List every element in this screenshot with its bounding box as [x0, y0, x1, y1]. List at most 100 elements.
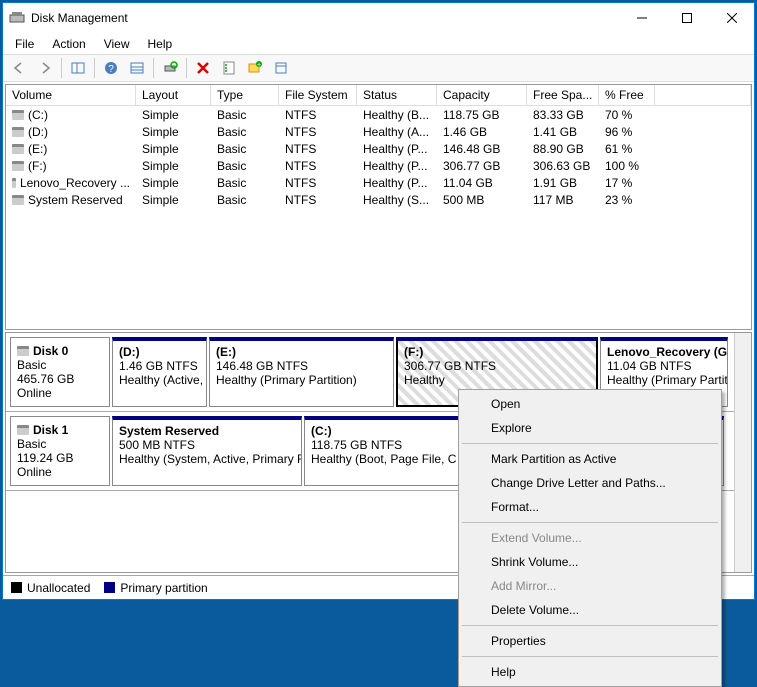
table-row[interactable]: Lenovo_Recovery ...SimpleBasicNTFSHealth… — [6, 174, 751, 191]
legend-unallocated: Unallocated — [11, 581, 90, 595]
show-hide-console-button[interactable] — [66, 56, 90, 80]
disk-label[interactable]: Disk 1Basic119.24 GBOnline — [10, 416, 110, 486]
back-button[interactable] — [7, 56, 31, 80]
volume-icon — [12, 110, 24, 120]
context-menu-separator — [462, 625, 718, 626]
menu-help[interactable]: Help — [140, 35, 181, 53]
table-cell: Basic — [211, 142, 279, 156]
table-cell: NTFS — [279, 159, 357, 173]
partition[interactable]: System Reserved500 MB NTFSHealthy (Syste… — [112, 416, 302, 486]
context-menu-item[interactable]: Format... — [461, 495, 719, 519]
table-cell: (D:) — [6, 125, 136, 139]
minimize-button[interactable] — [619, 3, 664, 33]
table-cell: Healthy (S... — [357, 193, 437, 207]
toolbar-separator — [186, 58, 187, 78]
table-cell: 500 MB — [437, 193, 527, 207]
table-cell: 23 % — [599, 193, 655, 207]
window-title: Disk Management — [31, 11, 619, 25]
table-cell: 17 % — [599, 176, 655, 190]
context-menu-item[interactable]: Change Drive Letter and Paths... — [461, 471, 719, 495]
context-menu-item[interactable]: Help — [461, 660, 719, 684]
volume-table[interactable]: VolumeLayoutTypeFile SystemStatusCapacit… — [5, 84, 752, 330]
table-cell: 61 % — [599, 142, 655, 156]
table-cell: (E:) — [6, 142, 136, 156]
primary-swatch — [104, 582, 115, 593]
properties-button[interactable] — [217, 56, 241, 80]
menubar: File Action View Help — [3, 33, 754, 54]
column-header[interactable]: Layout — [136, 85, 211, 105]
context-menu-item[interactable]: Shrink Volume... — [461, 550, 719, 574]
table-cell: 1.91 GB — [527, 176, 599, 190]
legend-unallocated-label: Unallocated — [27, 581, 90, 595]
column-header[interactable]: Volume — [6, 85, 136, 105]
table-cell: Healthy (P... — [357, 159, 437, 173]
new-volume-button[interactable]: + — [243, 56, 267, 80]
column-header[interactable]: Type — [211, 85, 279, 105]
table-cell: Basic — [211, 176, 279, 190]
table-body: (C:)SimpleBasicNTFSHealthy (B...118.75 G… — [6, 106, 751, 208]
column-header-filler — [655, 85, 751, 105]
table-cell: 306.77 GB — [437, 159, 527, 173]
close-button[interactable] — [709, 3, 754, 33]
refresh-button[interactable] — [158, 56, 182, 80]
column-header[interactable]: Status — [357, 85, 437, 105]
window-controls — [619, 3, 754, 33]
table-cell: System Reserved — [6, 193, 136, 207]
context-menu-separator — [462, 522, 718, 523]
table-row[interactable]: (E:)SimpleBasicNTFSHealthy (P...146.48 G… — [6, 140, 751, 157]
legend-primary: Primary partition — [104, 581, 207, 595]
table-view-button[interactable] — [125, 56, 149, 80]
column-header[interactable]: Free Spa... — [527, 85, 599, 105]
toolbar-separator — [61, 58, 62, 78]
maximize-button[interactable] — [664, 3, 709, 33]
table-cell: 96 % — [599, 125, 655, 139]
table-cell: NTFS — [279, 193, 357, 207]
table-cell: Lenovo_Recovery ... — [6, 176, 136, 190]
table-row[interactable]: System ReservedSimpleBasicNTFSHealthy (S… — [6, 191, 751, 208]
titlebar[interactable]: Disk Management — [3, 3, 754, 33]
menu-action[interactable]: Action — [44, 35, 93, 53]
unallocated-swatch — [11, 582, 22, 593]
table-cell: (F:) — [6, 159, 136, 173]
disk-label[interactable]: Disk 0Basic465.76 GBOnline — [10, 337, 110, 407]
context-menu-item[interactable]: Properties — [461, 629, 719, 653]
table-cell: NTFS — [279, 142, 357, 156]
context-menu-item[interactable]: Open — [461, 392, 719, 416]
table-row[interactable]: (C:)SimpleBasicNTFSHealthy (B...118.75 G… — [6, 106, 751, 123]
volume-icon — [12, 195, 24, 205]
menu-file[interactable]: File — [7, 35, 42, 53]
table-row[interactable]: (F:)SimpleBasicNTFSHealthy (P...306.77 G… — [6, 157, 751, 174]
table-cell: 306.63 GB — [527, 159, 599, 173]
column-header[interactable]: % Free — [599, 85, 655, 105]
column-header[interactable]: File System — [279, 85, 357, 105]
menu-view[interactable]: View — [96, 35, 138, 53]
svg-text:?: ? — [108, 64, 114, 75]
table-cell: NTFS — [279, 108, 357, 122]
context-menu[interactable]: OpenExplore Mark Partition as ActiveChang… — [458, 389, 722, 687]
volume-icon — [12, 178, 16, 188]
table-cell: NTFS — [279, 176, 357, 190]
table-cell: Basic — [211, 108, 279, 122]
partition[interactable]: (D:)1.46 GB NTFSHealthy (Active, P — [112, 337, 207, 407]
delete-button[interactable] — [191, 56, 215, 80]
table-cell: Simple — [136, 193, 211, 207]
partition[interactable]: (E:)146.48 GB NTFSHealthy (Primary Parti… — [209, 337, 394, 407]
help-button[interactable]: ? — [99, 56, 123, 80]
table-cell: Healthy (P... — [357, 142, 437, 156]
format-button[interactable] — [269, 56, 293, 80]
table-row[interactable]: (D:)SimpleBasicNTFSHealthy (A...1.46 GB1… — [6, 123, 751, 140]
column-header[interactable]: Capacity — [437, 85, 527, 105]
toolbar-separator — [153, 58, 154, 78]
vertical-scrollbar[interactable] — [734, 333, 751, 572]
table-cell: 118.75 GB — [437, 108, 527, 122]
context-menu-item[interactable]: Delete Volume... — [461, 598, 719, 622]
table-cell: Simple — [136, 176, 211, 190]
context-menu-item[interactable]: Mark Partition as Active — [461, 447, 719, 471]
toolbar-separator — [94, 58, 95, 78]
context-menu-item[interactable]: Explore — [461, 416, 719, 440]
disk-icon — [17, 346, 29, 356]
table-cell: 70 % — [599, 108, 655, 122]
forward-button[interactable] — [33, 56, 57, 80]
table-cell: Simple — [136, 108, 211, 122]
table-cell: Simple — [136, 159, 211, 173]
